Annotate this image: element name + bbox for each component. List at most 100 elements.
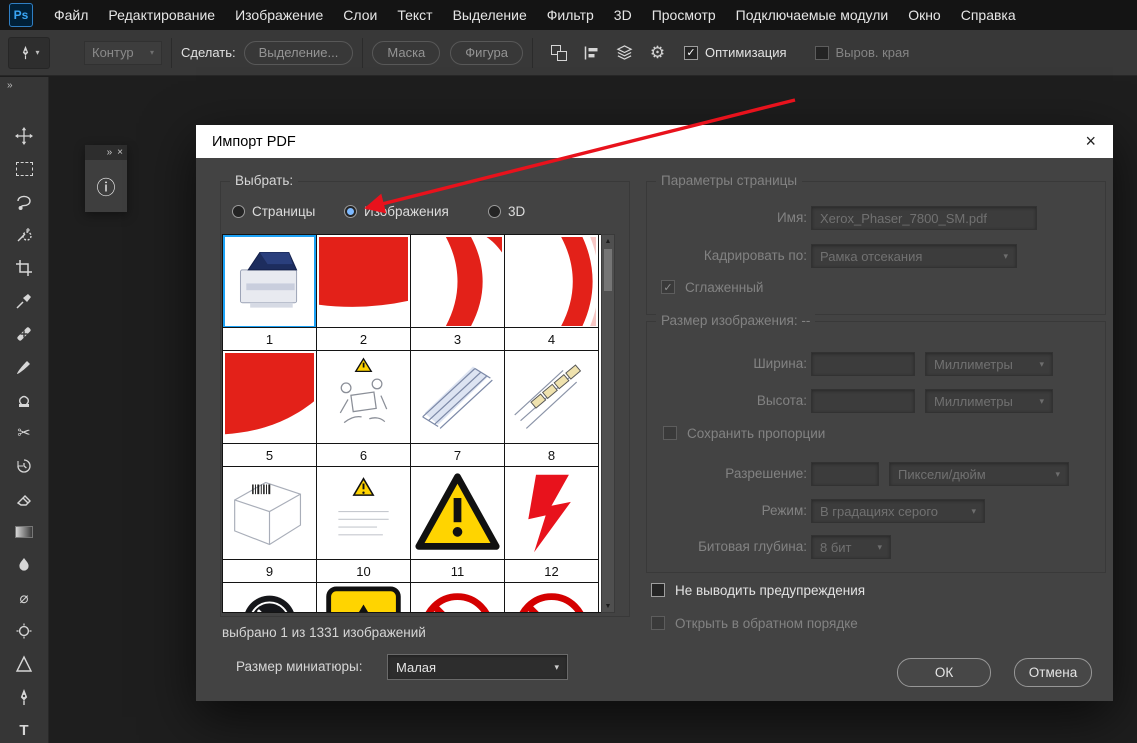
menu-item-5[interactable]: Выделение [443,0,537,30]
scroll-down-icon[interactable]: ▼ [602,600,614,612]
eraser-tool[interactable] [10,485,38,513]
menu-item-8[interactable]: Просмотр [642,0,726,30]
overlapping-squares-icon [551,45,567,61]
thumbnail-image [505,351,598,444]
pen-tool[interactable] [10,683,38,711]
path-preset-dropdown[interactable]: Контур ▾ [84,41,162,65]
move-tool[interactable] [10,122,38,150]
thumbnail-size-dropdown[interactable]: Малая ▾ [387,654,568,680]
suppress-warnings-checkbox[interactable] [651,583,665,597]
close-dialog-button[interactable]: × [1080,130,1101,152]
dialog-title-bar: Импорт PDF [196,125,1113,158]
radio-dot [488,205,501,218]
radio-3d[interactable]: 3D [488,204,525,219]
scroll-up-icon[interactable]: ▲ [602,235,614,247]
pdf-thumbnail-3[interactable]: 3 [411,235,505,351]
brush-tool[interactable] [10,353,38,381]
pdf-thumbnail-2[interactable]: 2 [317,235,411,351]
antialiased-checkbox[interactable]: ✓ [661,280,675,294]
resolution-unit-dropdown[interactable]: Пиксели/дюйм ▾ [889,462,1069,486]
pdf-thumbnail-12[interactable]: 12 [505,467,599,583]
menu-item-10[interactable]: Окно [898,0,951,30]
pdf-thumbnail-8[interactable]: 8 [505,351,599,467]
resolution-field[interactable] [811,462,879,486]
expand-panel-icon[interactable]: » [107,147,113,158]
clone-stamp-tool[interactable] [10,386,38,414]
thumbnail-number: 8 [505,443,598,466]
scrollbar-thumb[interactable] [604,249,612,291]
rectangular-marquee-tool[interactable] [10,155,38,183]
selection-button[interactable]: Выделение... [244,41,354,65]
pdf-thumbnail-7[interactable]: 7 [411,351,505,467]
optimization-checkbox[interactable]: ✓ [684,46,698,60]
thumbnail-number: 12 [505,559,598,582]
path-arrangement-button[interactable] [611,40,638,66]
tools-palette: » ✂ ⌀ T [0,77,49,743]
lasso-tool[interactable] [10,188,38,216]
eyedropper-tool[interactable] [10,287,38,315]
pdf-thumbnail-16[interactable]: 16 [505,583,599,613]
healing-brush-tool[interactable] [10,320,38,348]
width-unit-dropdown[interactable]: Миллиметры ▾ [925,352,1053,376]
pdf-thumbnail-14[interactable]: 14 [317,583,411,613]
chevron-down-icon: ▾ [997,251,1008,262]
history-brush-tool[interactable] [10,452,38,480]
menu-item-6[interactable]: Фильтр [537,0,604,30]
smudge-tool[interactable]: ⌀ [10,584,38,612]
thumbnail-image [223,583,316,613]
pdf-thumbnail-9[interactable]: 9 [223,467,317,583]
pdf-thumbnail-10[interactable]: 10 [317,467,411,583]
shape-tool[interactable] [10,650,38,678]
gradient-tool[interactable] [10,518,38,546]
active-tool-button[interactable]: ▾ [8,37,50,69]
info-panel-collapsed: » × ⓘ [85,145,127,212]
pdf-thumbnail-6[interactable]: 6 [317,351,411,467]
menu-item-1[interactable]: Редактирование [98,0,225,30]
close-icon[interactable]: × [117,147,123,158]
height-field[interactable] [811,389,915,413]
pdf-thumbnail-5[interactable]: 5 [223,351,317,467]
shape-button[interactable]: Фигура [450,41,523,65]
radio-pages[interactable]: Страницы [232,204,315,219]
dodge-tool[interactable] [10,617,38,645]
height-unit-dropdown[interactable]: Миллиметры ▾ [925,389,1053,413]
mode-dropdown[interactable]: В градациях серого ▾ [811,499,985,523]
menu-item-9[interactable]: Подключаемые модули [726,0,899,30]
menu-item-2[interactable]: Изображение [225,0,333,30]
align-edges-checkbox[interactable] [815,46,829,60]
menu-item-7[interactable]: 3D [604,0,642,30]
keep-proportions-checkbox[interactable] [663,426,677,440]
thumbnail-scrollbar[interactable]: ▲ ▼ [601,234,615,613]
page-options-group: Параметры страницы Имя: Xerox_Phaser_780… [646,181,1106,315]
blur-tool[interactable] [10,551,38,579]
pdf-thumbnail-13[interactable]: 13 [223,583,317,613]
collapse-panel-button[interactable]: » [0,77,48,96]
menu-item-0[interactable]: Файл [44,0,98,30]
pdf-thumbnail-1[interactable]: 1 [223,235,317,351]
crop-tool[interactable] [10,254,38,282]
settings-button[interactable]: ⚙ [644,40,671,66]
pdf-thumbnail-4[interactable]: 4 [505,235,599,351]
scissors-tool[interactable]: ✂ [10,419,38,447]
menu-item-3[interactable]: Слои [333,0,387,30]
pdf-thumbnail-11[interactable]: 11 [411,467,505,583]
ok-button[interactable]: ОК [897,658,991,687]
reverse-order-checkbox[interactable] [651,616,665,630]
image-size-title: Размер изображения: -- [656,313,815,328]
type-tool[interactable]: T [10,716,38,743]
path-operations-button[interactable] [545,40,572,66]
bit-depth-dropdown[interactable]: 8 бит ▾ [811,535,891,559]
mask-button[interactable]: Маска [372,41,440,65]
quick-selection-tool[interactable] [10,221,38,249]
radio-images[interactable]: Изображения [344,204,449,219]
pdf-thumbnail-15[interactable]: 15 [411,583,505,613]
name-field[interactable]: Xerox_Phaser_7800_SM.pdf [811,206,1037,230]
cancel-button[interactable]: Отмена [1014,658,1092,687]
check-icon: ✓ [663,281,672,294]
menu-item-4[interactable]: Текст [387,0,442,30]
width-field[interactable] [811,352,915,376]
path-alignment-button[interactable] [578,40,605,66]
crop-to-dropdown[interactable]: Рамка отсекания ▾ [811,244,1017,268]
menu-item-11[interactable]: Справка [951,0,1026,30]
info-panel-body[interactable]: ⓘ [85,160,127,212]
